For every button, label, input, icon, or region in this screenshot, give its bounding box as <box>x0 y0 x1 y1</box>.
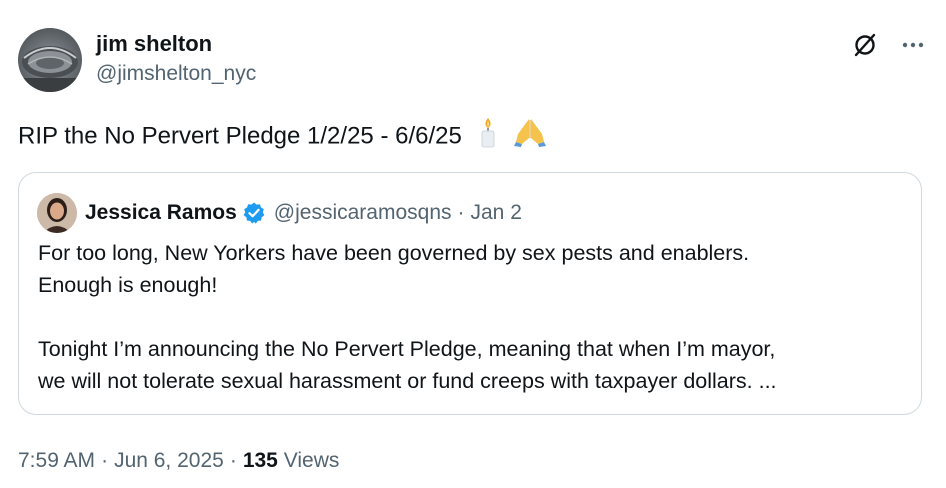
quoted-author-avatar[interactable] <box>37 193 77 233</box>
quoted-author-name[interactable]: Jessica Ramos <box>85 201 237 225</box>
slashed-circle-icon[interactable] <box>850 30 880 60</box>
tweet-actions-top <box>850 30 928 60</box>
quoted-tweet-date[interactable]: Jan 2 <box>471 201 522 225</box>
quoted-tweet-header: Jessica Ramos @jessicaramosqns · Jan 2 <box>37 193 522 233</box>
tweet-card: jim shelton @jimshelton_nyc RIP the No P… <box>0 0 946 488</box>
author-avatar[interactable] <box>18 28 82 92</box>
quoted-text-line: For too long, New Yorkers have been gove… <box>38 241 750 265</box>
candle-icon <box>477 116 499 158</box>
tweet-date[interactable]: Jun 6, 2025 <box>114 449 224 472</box>
tweet-text: RIP the No Pervert Pledge 1/2/25 - 6/6/2… <box>18 116 547 158</box>
folded-hands-icon <box>513 116 547 158</box>
tweet-time[interactable]: 7:59 AM <box>18 449 95 472</box>
meta-separator: · <box>229 449 237 472</box>
quoted-text-line: we will not tolerate sexual harassment o… <box>38 369 777 393</box>
quoted-text-line: Enough is enough! <box>38 273 218 297</box>
tweet-text-content: RIP the No Pervert Pledge 1/2/25 - 6/6/2… <box>18 122 462 150</box>
tweet-meta: 7:59 AM · Jun 6, 2025 · 135 Views <box>18 446 339 476</box>
quoted-author-handle[interactable]: @jessicaramosqns <box>274 201 452 225</box>
verified-badge-icon <box>242 201 266 225</box>
quoted-text-line: Tonight I’m announcing the No Pervert Pl… <box>38 337 776 361</box>
views-label: Views <box>283 449 340 472</box>
header-separator: · <box>457 201 465 224</box>
quoted-tweet[interactable]: Jessica Ramos @jessicaramosqns · Jan 2 F… <box>18 172 922 415</box>
quoted-tweet-body: For too long, New Yorkers have been gove… <box>38 237 898 397</box>
more-dots-icon[interactable] <box>898 30 928 60</box>
author-handle[interactable]: @jimshelton_nyc <box>96 60 256 88</box>
author-name[interactable]: jim shelton <box>96 30 256 58</box>
author-info: jim shelton @jimshelton_nyc <box>96 30 256 88</box>
views-count: 135 <box>242 449 278 472</box>
meta-separator: · <box>101 449 109 472</box>
